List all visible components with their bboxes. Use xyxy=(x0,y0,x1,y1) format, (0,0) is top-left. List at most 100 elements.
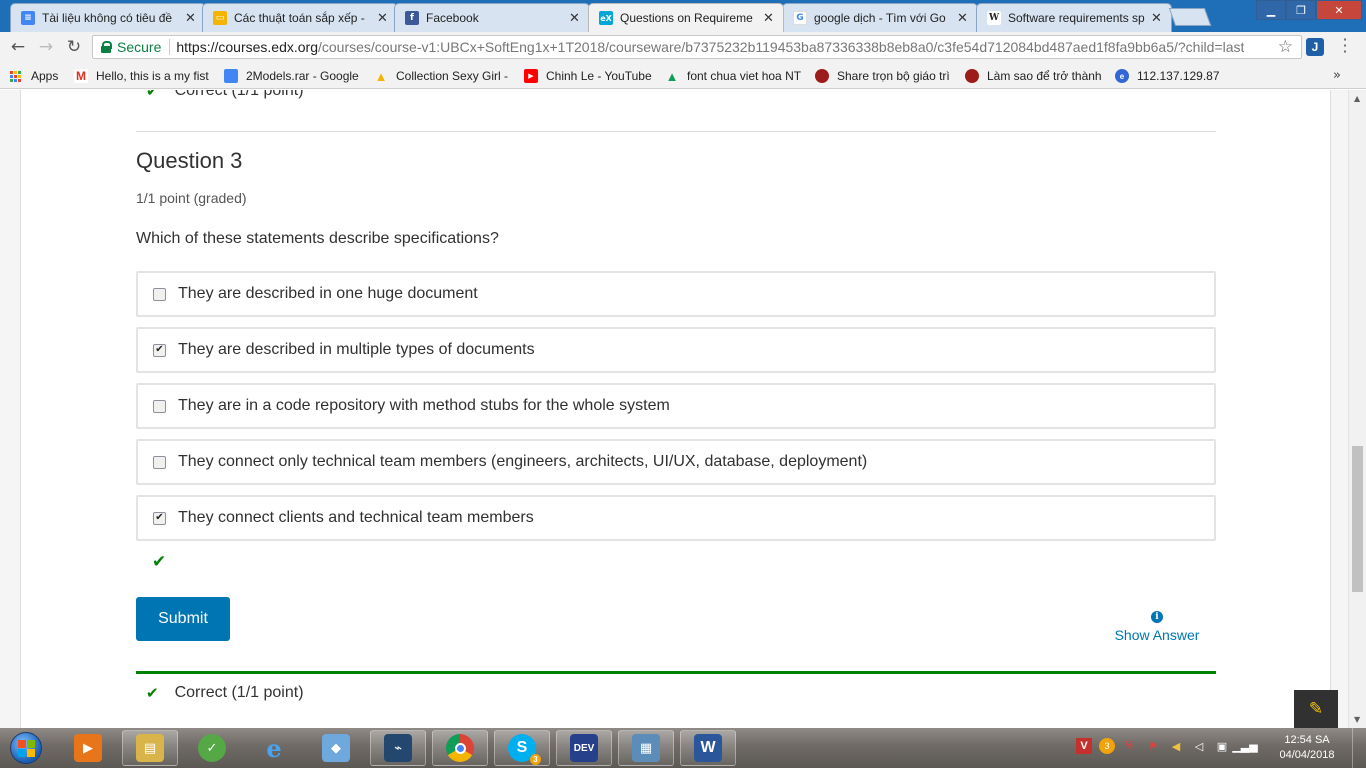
drive-icon: ▲ xyxy=(374,68,388,84)
taskbar-chrome[interactable] xyxy=(432,730,488,766)
checkbox-checked[interactable]: ✔ xyxy=(153,343,166,357)
taskbar-media-player[interactable]: ▶ xyxy=(60,730,116,766)
close-icon[interactable]: ✕ xyxy=(763,11,775,26)
notification-badge-icon[interactable]: 3 xyxy=(1099,738,1115,754)
question-title: Question 3 xyxy=(136,148,243,173)
close-icon[interactable]: ✕ xyxy=(1151,11,1163,26)
tab-sorting-algorithms[interactable]: ▭ Các thuật toán sắp xếp - ✕ xyxy=(202,3,398,32)
taskbar-control-panel[interactable]: ▦ xyxy=(618,730,674,766)
coccoc-icon: ✓ xyxy=(198,734,226,762)
bookmark-label: Hello, this is a my fist xyxy=(96,69,209,83)
taskbar-virtualbox[interactable]: ◆ xyxy=(308,730,364,766)
tab-questions-on-requirements[interactable]: eX Questions on Requireme ✕ xyxy=(588,3,784,32)
bookmark-gmail[interactable]: M Hello, this is a my fist xyxy=(74,67,210,85)
choice-option[interactable]: They connect only technical team members… xyxy=(136,439,1216,485)
taskbar-mysql-workbench[interactable]: ⌁ xyxy=(370,730,426,766)
bookmark-collection[interactable]: ▲ Collection Sexy Girl - xyxy=(374,67,510,85)
forward-button[interactable]: → xyxy=(32,33,60,61)
choice-label: They are described in multiple types of … xyxy=(178,341,535,358)
bookmark-label: Collection Sexy Girl - xyxy=(396,69,509,83)
check-icon: ✔ xyxy=(146,90,159,100)
globe-icon: e xyxy=(1115,69,1129,83)
maximize-button[interactable]: ❐ xyxy=(1286,0,1316,20)
taskbar-explorer[interactable]: ▤ xyxy=(122,730,178,766)
close-icon[interactable]: ✕ xyxy=(957,11,969,26)
volume-icon[interactable]: ◁ xyxy=(1191,738,1207,754)
correct-check-icon: ✔ xyxy=(152,552,167,572)
taskbar-devcpp[interactable]: DEV xyxy=(556,730,612,766)
choice-option[interactable]: ✔ They connect clients and technical tea… xyxy=(136,495,1216,541)
extension-icon[interactable]: J xyxy=(1306,38,1324,56)
tab-google-translate-search[interactable]: G google dịch - Tìm với Go ✕ xyxy=(782,3,978,32)
drive-icon: ▲ xyxy=(665,68,679,84)
tab-google-docs[interactable]: ≡ Tài liệu không có tiêu đề ✕ xyxy=(10,3,206,32)
chrome-center-dot xyxy=(454,742,466,754)
choice-option[interactable]: ✔ They are described in multiple types o… xyxy=(136,327,1216,373)
new-tab-button[interactable] xyxy=(1168,8,1212,26)
bookmark-font[interactable]: ▲ font chua viet hoa NT xyxy=(665,67,801,85)
bookmark-star-icon[interactable]: ☆ xyxy=(1278,37,1293,57)
browser-toolbar: ← → ↻ Secure https://courses.edx.org /co… xyxy=(0,32,1366,62)
chrome-icon xyxy=(446,734,474,762)
taskbar-word[interactable]: W xyxy=(680,730,736,766)
word-icon: W xyxy=(694,734,722,762)
close-icon[interactable]: ✕ xyxy=(569,11,581,26)
reload-button[interactable]: ↻ xyxy=(60,33,88,61)
taskbar-skype[interactable]: S 3 xyxy=(494,730,550,766)
close-window-button[interactable]: ✕ xyxy=(1316,0,1362,20)
bookmarks-overflow-icon[interactable]: » xyxy=(1333,68,1341,83)
network-icon[interactable]: ▣ xyxy=(1214,738,1230,754)
bookmark-youtube[interactable]: ▶ Chinh Le - YouTube xyxy=(524,67,660,85)
speaker-icon[interactable]: ◀ xyxy=(1168,738,1184,754)
scroll-up-icon[interactable]: ▲ xyxy=(1354,94,1360,103)
address-separator xyxy=(169,39,171,55)
scroll-down-icon[interactable]: ▼ xyxy=(1354,715,1360,724)
close-icon[interactable]: ✕ xyxy=(377,11,389,26)
bookmark-lam-sao[interactable]: Làm sao để trở thành xyxy=(965,67,1101,85)
url-host: https://courses.edx.org xyxy=(176,39,318,55)
submit-button[interactable]: Submit xyxy=(136,597,230,641)
close-icon[interactable]: ✕ xyxy=(185,11,197,26)
tab-title: Tài liệu không có tiêu đề xyxy=(42,11,173,25)
vivaldi-icon[interactable]: V xyxy=(1076,738,1092,754)
checkbox-checked[interactable]: ✔ xyxy=(153,511,166,525)
checkbox[interactable] xyxy=(153,287,166,301)
menu-icon[interactable]: · · · xyxy=(1340,32,1350,60)
scrollbar-thumb[interactable] xyxy=(1352,446,1363,592)
tab-title: Các thuật toán sắp xếp - xyxy=(234,11,365,25)
bookmark-apps[interactable]: Apps xyxy=(10,67,58,85)
bookmark-share[interactable]: Share trọn bộ giáo trì xyxy=(815,67,951,85)
skype-icon: S 3 xyxy=(508,734,541,765)
back-button[interactable]: ← xyxy=(4,33,32,61)
info-icon: i xyxy=(1151,611,1163,623)
choice-option[interactable]: They are in a code repository with metho… xyxy=(136,383,1216,429)
skype-badge: 3 xyxy=(530,754,541,765)
bookmark-2models[interactable]: 2Models.rar - Google xyxy=(224,67,360,85)
ie-icon: e xyxy=(266,733,282,763)
minimize-button[interactable]: ▁ xyxy=(1256,0,1286,20)
choice-option[interactable]: They are described in one huge document xyxy=(136,271,1216,317)
checkbox[interactable] xyxy=(153,455,166,469)
start-button[interactable] xyxy=(4,730,48,766)
control-panel-icon: ▦ xyxy=(632,734,660,762)
virtualbox-icon: ◆ xyxy=(322,734,350,762)
shield-icon[interactable]: ⛨ xyxy=(1122,738,1138,754)
pencil-icon[interactable]: ✎ xyxy=(1294,690,1338,728)
bookmark-ip[interactable]: e 112.137.129.87 xyxy=(1115,67,1251,85)
flag-icon[interactable]: ⚑ xyxy=(1145,738,1161,754)
taskbar-ie[interactable]: e xyxy=(246,730,302,766)
show-answer-button[interactable]: i Show Answer xyxy=(1105,611,1209,643)
system-clock[interactable]: 12:54 SA 04/04/2018 xyxy=(1276,733,1338,763)
page-viewport: ✔ Correct (1/1 point) Question 3 1/1 poi… xyxy=(0,90,1366,728)
address-bar[interactable]: Secure https://courses.edx.org /courses/… xyxy=(92,35,1302,59)
tab-facebook[interactable]: f Facebook ✕ xyxy=(394,3,590,32)
taskbar-coccoc[interactable]: ✓ xyxy=(184,730,240,766)
bookmark-label: 2Models.rar - Google xyxy=(246,69,359,83)
checkbox[interactable] xyxy=(153,399,166,413)
show-desktop-button[interactable] xyxy=(1352,728,1366,768)
scrollbar[interactable]: ▲ ▼ xyxy=(1348,90,1366,728)
bookmark-label: font chua viet hoa NT xyxy=(687,69,801,83)
file-icon xyxy=(224,69,238,83)
signal-icon[interactable]: ▁▃▅ xyxy=(1232,738,1257,754)
tab-wikipedia-software-requirements[interactable]: W Software requirements sp ✕ xyxy=(976,3,1172,32)
